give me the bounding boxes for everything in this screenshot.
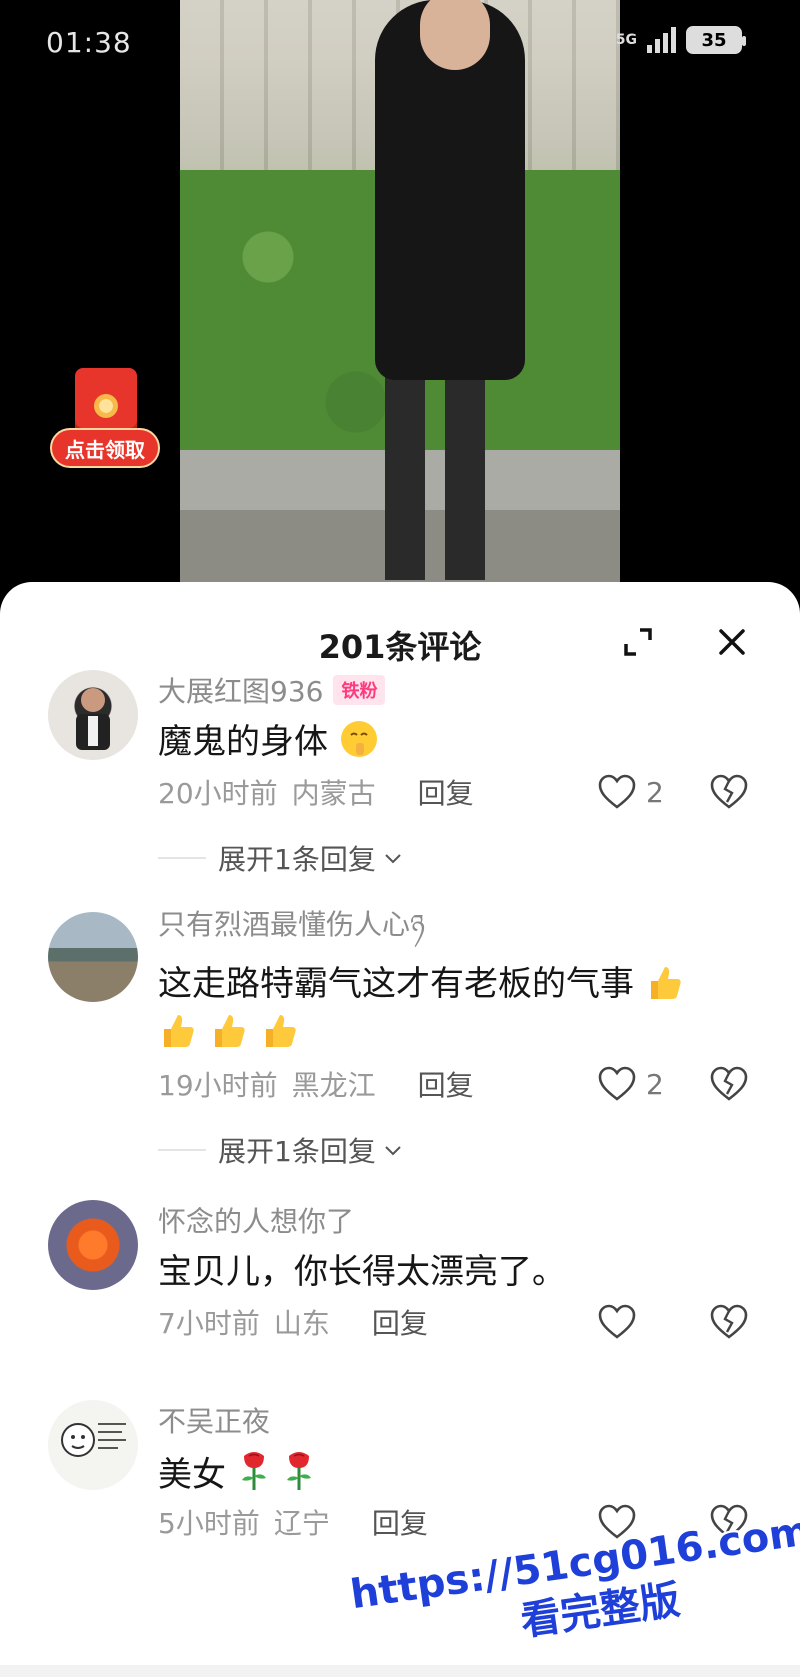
video-player[interactable]: 01:38 5G 35 点击领取: [0, 0, 800, 600]
avatar[interactable]: [48, 670, 138, 760]
comment-username[interactable]: 大展红图936: [158, 670, 323, 710]
rose-emoji-icon: [241, 1452, 266, 1490]
reply-button[interactable]: 回复: [372, 1502, 428, 1542]
avatar[interactable]: [48, 1200, 138, 1290]
video-figure-legs: [370, 370, 500, 580]
bottom-bar: [0, 1665, 800, 1677]
signal-icon: [647, 27, 676, 53]
comment-text-content: 美女: [158, 1455, 226, 1495]
reply-button[interactable]: 回复: [418, 1064, 474, 1104]
status-indicators: 5G 35: [615, 26, 746, 54]
comment-time: 19小时前: [158, 1069, 278, 1102]
video-frame[interactable]: [180, 0, 620, 590]
comment-text: 这走路特霸气这才有老板的气事: [158, 960, 760, 1056]
divider-line: [158, 1149, 206, 1151]
thumbs-up-emoji-icon: [650, 967, 681, 999]
comment-meta: 5小时前 辽宁 回复: [158, 1502, 428, 1542]
expand-replies-button[interactable]: 展开1条回复: [158, 838, 402, 878]
shush-face-emoji-icon: [340, 721, 377, 757]
broken-heart-icon[interactable]: [710, 774, 748, 810]
comment-username[interactable]: 不吴正夜: [158, 1400, 270, 1440]
heart-outline-icon: [598, 774, 636, 809]
comment-location: 黑龙江: [291, 1069, 376, 1102]
like-count: 2: [646, 775, 664, 809]
red-packet-label: 点击领取: [50, 428, 160, 468]
broken-heart-icon[interactable]: [710, 1066, 748, 1102]
comment-location: 山东: [273, 1307, 330, 1340]
coin-icon: [94, 394, 118, 418]
expand-icon[interactable]: [622, 626, 654, 658]
comment-text-content: 这走路特霸气这才有老板的气事: [158, 964, 634, 1004]
comments-sheet: 201条评论 大展红图936 铁粉 魔鬼的身体 20小时前 内蒙古 回复 2 展…: [0, 582, 800, 1677]
reply-button[interactable]: 回复: [372, 1302, 428, 1342]
like-button[interactable]: [598, 1302, 636, 1342]
close-icon[interactable]: [716, 626, 748, 658]
comment-time: 7小时前: [158, 1307, 260, 1340]
comment-location: 内蒙古: [291, 777, 376, 810]
status-time: 01:38: [46, 26, 132, 59]
thumbs-up-emoji-icon: [265, 1015, 296, 1047]
comments-count-title: 201条评论: [318, 628, 482, 666]
like-count: 2: [646, 1067, 664, 1101]
divider-line: [158, 857, 206, 859]
comment-text-content: 魔鬼的身体: [158, 722, 328, 762]
broken-heart-icon[interactable]: [710, 1304, 748, 1340]
comment-username[interactable]: 怀念的人想你了: [158, 1200, 354, 1240]
fan-badge: 铁粉: [333, 675, 386, 705]
avatar[interactable]: [48, 912, 138, 1002]
comment-meta: 7小时前 山东 回复: [158, 1302, 428, 1342]
video-figure-head: [420, 0, 490, 70]
avatar[interactable]: [48, 1400, 138, 1490]
expand-replies-button[interactable]: 展开1条回复: [158, 1130, 402, 1170]
comment-time: 5小时前: [158, 1507, 260, 1540]
heart-outline-icon: [598, 1304, 636, 1339]
thumbs-up-emoji-icon: [214, 1015, 245, 1047]
heart-outline-icon: [598, 1066, 636, 1101]
comments-header: 201条评论: [0, 582, 800, 672]
comment-text: 魔鬼的身体: [158, 718, 760, 766]
comment-time: 20小时前: [158, 777, 278, 810]
like-button[interactable]: 2: [598, 1064, 664, 1104]
comment-location: 辽宁: [273, 1507, 330, 1540]
red-packet-button[interactable]: 点击领取: [50, 368, 160, 468]
chevron-down-icon: [385, 1146, 401, 1156]
battery-icon: 35: [686, 26, 746, 54]
reply-button[interactable]: 回复: [418, 772, 474, 812]
like-button[interactable]: 2: [598, 772, 664, 812]
comment-meta: 19小时前 黑龙江 回复: [158, 1064, 474, 1104]
comment-text-content: 宝贝儿，你长得太漂亮了。: [158, 1252, 566, 1292]
comment-text: 宝贝儿，你长得太漂亮了。: [158, 1248, 760, 1296]
comment-meta: 20小时前 内蒙古 回复: [158, 772, 474, 812]
chevron-down-icon: [385, 854, 401, 864]
comment-text: 美女: [158, 1448, 760, 1499]
rose-emoji-icon: [286, 1452, 311, 1490]
network-type: 5G: [615, 32, 637, 48]
thumbs-up-emoji-icon: [164, 1015, 194, 1047]
expand-replies-label: 展开1条回复: [218, 1135, 376, 1168]
expand-replies-label: 展开1条回复: [218, 843, 376, 876]
